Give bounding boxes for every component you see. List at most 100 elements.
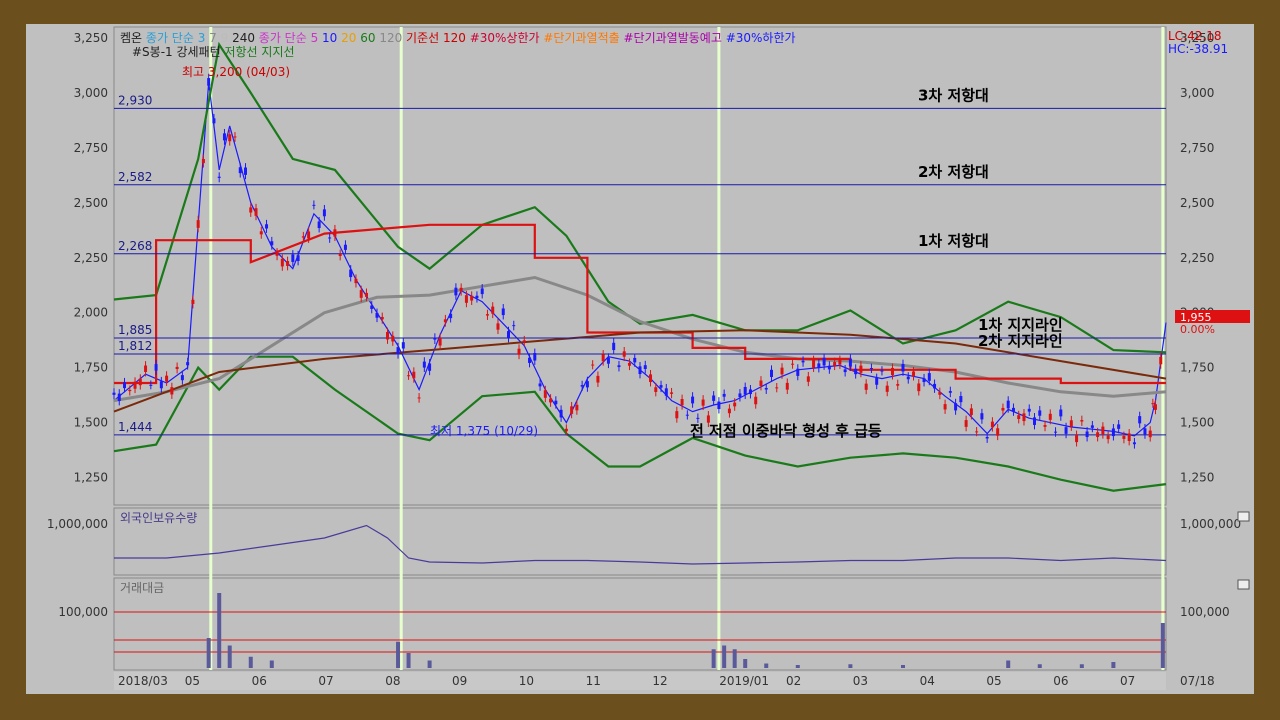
candle-body (1038, 410, 1042, 416)
x-axis-label: 05 (185, 674, 200, 688)
x-axis-label: 05 (986, 674, 1001, 688)
candle-body (201, 159, 205, 164)
candle-body (785, 382, 789, 390)
candle-body (922, 378, 926, 383)
candle-body (622, 351, 626, 357)
candle-body (701, 399, 705, 406)
candle-body (612, 342, 616, 351)
candle-body (927, 373, 931, 381)
candle-body (443, 319, 447, 323)
legend-item: 120 (376, 31, 403, 45)
candle-body (917, 383, 921, 392)
candle-body (1054, 431, 1058, 433)
candle-body (280, 258, 284, 267)
candle-body (691, 396, 695, 404)
candle-body (617, 365, 621, 368)
candle-body (186, 362, 190, 366)
price-ytick-right: 2,750 (1180, 141, 1214, 155)
candle-body (412, 371, 416, 379)
candle-body (175, 366, 179, 370)
level-annotation: 1차 저항대 (918, 232, 989, 250)
candle-body (559, 409, 563, 418)
candle-body (212, 118, 216, 124)
level-annotation: 3차 저항대 (918, 86, 989, 104)
candle-body (296, 255, 300, 261)
candle-body (685, 414, 689, 416)
volume-bar (1006, 660, 1011, 668)
candle-body (643, 365, 647, 370)
legend-item: #S봉-1 강세패턴 (132, 45, 221, 59)
volume-bar (396, 641, 401, 668)
candle-body (370, 305, 374, 309)
price-ytick-right: 3,000 (1180, 86, 1214, 100)
volume-bar (248, 656, 253, 668)
candle-body (301, 236, 305, 238)
candle-body (1022, 413, 1026, 422)
candle-body (238, 167, 242, 174)
legend-item: #30%하한가 (722, 31, 796, 45)
volume-bar (795, 665, 800, 668)
candle-body (170, 387, 174, 395)
candle-body (733, 402, 737, 407)
candle-body (496, 323, 500, 330)
candle-body (1122, 436, 1126, 439)
chart-canvas: 2,930 3차 저항대2,582 2차 저항대2,268 1차 저항대1,885 1차… (26, 24, 1254, 694)
price-ytick-right: 1,750 (1180, 361, 1214, 375)
volume-bar (1079, 664, 1084, 668)
candle-body (696, 417, 700, 419)
candle-body (522, 340, 526, 343)
candle-body (123, 382, 127, 389)
candle-body (1101, 426, 1105, 435)
candle-body (996, 428, 1000, 436)
candle-body (649, 374, 653, 383)
candle-body (833, 362, 837, 366)
level-label: 2,268 (118, 239, 152, 253)
candle-body (386, 332, 390, 340)
candle-body (1069, 420, 1073, 427)
volume-panel-toggle-button[interactable] (1237, 579, 1250, 590)
candle-body (764, 387, 768, 390)
volume-bar (1111, 662, 1116, 668)
volume-bar (269, 660, 274, 668)
x-axis-label: 07 (1120, 674, 1135, 688)
candle-body (933, 383, 937, 389)
price-ytick-right: 1,250 (1180, 471, 1214, 485)
candle-body (1033, 417, 1036, 425)
foreign-panel-toggle-button[interactable] (1237, 511, 1250, 522)
candle-body (375, 312, 379, 318)
volume-bar (206, 638, 211, 668)
candle-body (743, 386, 747, 395)
candle-body (791, 363, 795, 365)
candle-body (144, 365, 148, 372)
candle-body (748, 389, 752, 395)
level-label: 1,812 (118, 339, 152, 353)
volume-panel (113, 577, 1167, 671)
candle-body (1132, 442, 1136, 445)
candle-body (449, 313, 453, 319)
legend-item: #단기과열적출 (540, 31, 620, 45)
last-change-label: 0.00% (1180, 323, 1215, 336)
candle-body (864, 383, 868, 390)
candle-body (754, 396, 758, 405)
candle-body (1064, 427, 1068, 434)
volume-bar (217, 593, 222, 668)
candle-body (912, 371, 916, 377)
candle-body (270, 241, 274, 246)
candle-body (354, 278, 358, 284)
volume-ytick-right: 100,000 (1180, 605, 1230, 619)
candle-body (670, 392, 674, 394)
candle-body (896, 384, 900, 386)
candle-body (328, 237, 332, 239)
level-label: 2,930 (118, 93, 152, 107)
candle-body (985, 436, 989, 439)
price-ytick-left: 2,750 (74, 141, 108, 155)
x-axis-label: 12 (652, 674, 667, 688)
candle-body (954, 403, 958, 411)
candle-body (627, 362, 631, 366)
foreign-panel-title: 외국인보유수량 (120, 511, 197, 525)
candle-body (485, 314, 489, 316)
candle-body (990, 421, 994, 428)
candle-body (801, 360, 805, 363)
candle-body (980, 413, 984, 420)
legend-line-2: #S봉-1 강세패턴 저항선 지지선 (132, 45, 295, 59)
